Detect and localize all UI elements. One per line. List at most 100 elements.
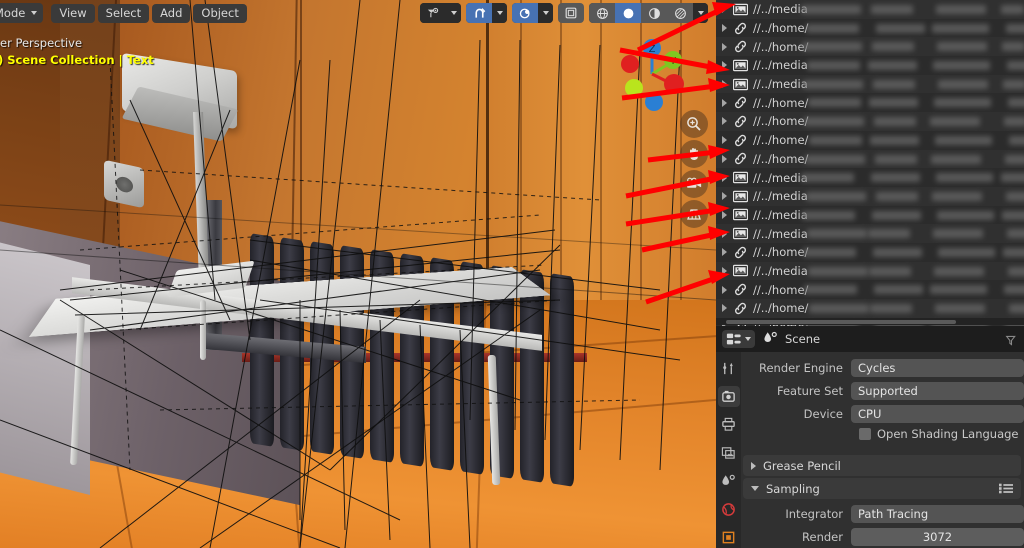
open-shading-language-checkbox[interactable]: [859, 428, 871, 440]
outliner-row-detail: [932, 191, 982, 201]
mode-dropdown[interactable]: Mode: [0, 3, 44, 23]
outliner-row[interactable]: //../media: [716, 0, 1024, 19]
menu-object[interactable]: Object: [193, 3, 247, 23]
library-link-icon: [733, 152, 748, 166]
disclosure-triangle-icon[interactable]: [722, 117, 727, 126]
outliner-row-detail: [801, 173, 854, 183]
toggle-perspective-icon[interactable]: [680, 200, 708, 228]
proportional-editing-control[interactable]: [512, 3, 553, 23]
snap-control[interactable]: [466, 3, 507, 23]
disclosure-triangle-icon[interactable]: [722, 98, 727, 107]
transform-orientation-control[interactable]: [558, 3, 584, 23]
disclosure-triangle-icon[interactable]: [722, 285, 727, 294]
properties-filter-icon[interactable]: [1005, 332, 1018, 351]
rendered-shading-icon[interactable]: [667, 3, 693, 23]
disclosure-triangle-icon[interactable]: [722, 136, 727, 145]
transform-orientation-icon[interactable]: [558, 3, 584, 23]
disclosure-triangle-icon[interactable]: [722, 210, 727, 219]
proportional-editing-icon[interactable]: [512, 3, 538, 23]
library-link-icon: [733, 21, 748, 35]
disclosure-triangle-icon[interactable]: [722, 80, 727, 89]
scrollbar-thumb[interactable]: [726, 319, 956, 324]
outliner-row[interactable]: //../media: [716, 224, 1024, 243]
outliner-row[interactable]: //../home/: [716, 93, 1024, 113]
outliner-row[interactable]: //../home/: [716, 280, 1024, 299]
snap-magnet-icon[interactable]: [466, 3, 492, 23]
outliner-row-detail: [804, 117, 864, 127]
render-engine-dropdown[interactable]: Cycles: [851, 359, 1024, 377]
properties-tab-column[interactable]: [716, 352, 741, 548]
breadcrumb[interactable]: Scene: [763, 331, 820, 348]
zoom-icon[interactable]: [680, 110, 708, 138]
snap-dropdown[interactable]: [492, 3, 507, 23]
outliner-row[interactable]: //../home/: [716, 112, 1024, 131]
navigation-gizmo[interactable]: Z Y: [610, 32, 694, 116]
sampling-section[interactable]: Sampling: [743, 478, 1021, 499]
shading-dropdown[interactable]: [693, 3, 708, 23]
outliner-row-detail: [930, 117, 980, 127]
outliner-row[interactable]: //../media: [716, 205, 1024, 225]
outliner-row-detail: [808, 98, 861, 108]
menu-select[interactable]: Select: [97, 3, 150, 23]
integrator-row: Integrator Path Tracing: [741, 504, 1024, 524]
disclosure-triangle-icon[interactable]: [722, 248, 727, 257]
properties-editor[interactable]: Scene Render Engine Cycles Feature Set S…: [716, 326, 1024, 548]
material-shading-icon[interactable]: [641, 3, 667, 23]
render-tab[interactable]: [717, 386, 740, 408]
outliner-row[interactable]: //../home/: [716, 149, 1024, 169]
proportional-editing-dropdown[interactable]: [538, 3, 553, 23]
outliner-row[interactable]: //../media: [716, 168, 1024, 187]
outliner-row-detail: [1009, 304, 1024, 313]
outliner-row[interactable]: //../media: [716, 261, 1024, 281]
wireframe-shading-icon[interactable]: [589, 3, 615, 23]
disclosure-triangle-icon[interactable]: [722, 304, 727, 313]
scene-tab[interactable]: [718, 471, 740, 492]
integrator-dropdown[interactable]: Path Tracing: [851, 505, 1024, 523]
object-visibility-icon[interactable]: [420, 3, 446, 23]
outliner-editor[interactable]: //../media //../home/ //../home/ //../media…: [716, 0, 1024, 330]
disclosure-triangle-icon[interactable]: [722, 24, 727, 33]
disclosure-triangle-icon[interactable]: [722, 5, 727, 14]
outliner-row[interactable]: //../media: [716, 186, 1024, 206]
world-tab[interactable]: [718, 499, 740, 520]
outliner-row[interactable]: //../home/: [716, 18, 1024, 38]
outliner-row-detail: [809, 135, 862, 145]
grease-pencil-section[interactable]: Grease Pencil: [743, 455, 1021, 476]
camera-view-icon[interactable]: [680, 170, 708, 198]
visibility-control[interactable]: [420, 3, 461, 23]
preset-list-icon[interactable]: [999, 483, 1013, 497]
outliner-row-label: //../media: [753, 207, 808, 222]
editor-type-properties-icon[interactable]: [722, 330, 755, 348]
3d-viewport[interactable]: ser Perspective 3) Scene Collection | Te…: [0, 0, 716, 548]
disclosure-triangle-icon[interactable]: [722, 192, 727, 201]
outliner-horizontal-scrollbar[interactable]: [716, 318, 1024, 325]
shading-mode-group[interactable]: [589, 3, 708, 23]
feature-set-dropdown[interactable]: Supported: [851, 382, 1024, 400]
visibility-dropdown[interactable]: [446, 3, 461, 23]
view-layer-tab[interactable]: [718, 442, 740, 463]
object-tab[interactable]: [718, 527, 740, 548]
open-shading-language-row[interactable]: Open Shading Language: [859, 427, 1024, 441]
disclosure-triangle-icon[interactable]: [722, 61, 727, 70]
menu-view[interactable]: View: [51, 3, 95, 23]
outliner-row-label: //../media: [753, 263, 808, 278]
disclosure-triangle-icon[interactable]: [722, 154, 727, 163]
menu-add[interactable]: Add: [152, 3, 191, 23]
pan-hand-icon[interactable]: [680, 140, 708, 168]
outliner-row[interactable]: //../home/: [716, 37, 1024, 57]
outliner-row[interactable]: //../home/: [716, 242, 1024, 262]
render-samples-value[interactable]: 3072: [851, 528, 1024, 546]
solid-shading-icon[interactable]: [615, 3, 641, 23]
disclosure-triangle-icon[interactable]: [722, 229, 727, 238]
outliner-row[interactable]: //../media: [716, 56, 1024, 75]
chevron-down-icon: [31, 11, 38, 15]
outliner-row[interactable]: //../home/: [716, 130, 1024, 150]
outliner-row[interactable]: //../home/: [716, 299, 1024, 318]
tool-tab[interactable]: [718, 358, 740, 379]
disclosure-triangle-icon[interactable]: [722, 173, 727, 182]
device-dropdown[interactable]: CPU: [851, 405, 1024, 423]
output-tab[interactable]: [718, 414, 740, 435]
disclosure-triangle-icon[interactable]: [722, 266, 727, 275]
outliner-row[interactable]: //../media: [716, 74, 1024, 94]
disclosure-triangle-icon[interactable]: [722, 42, 727, 51]
